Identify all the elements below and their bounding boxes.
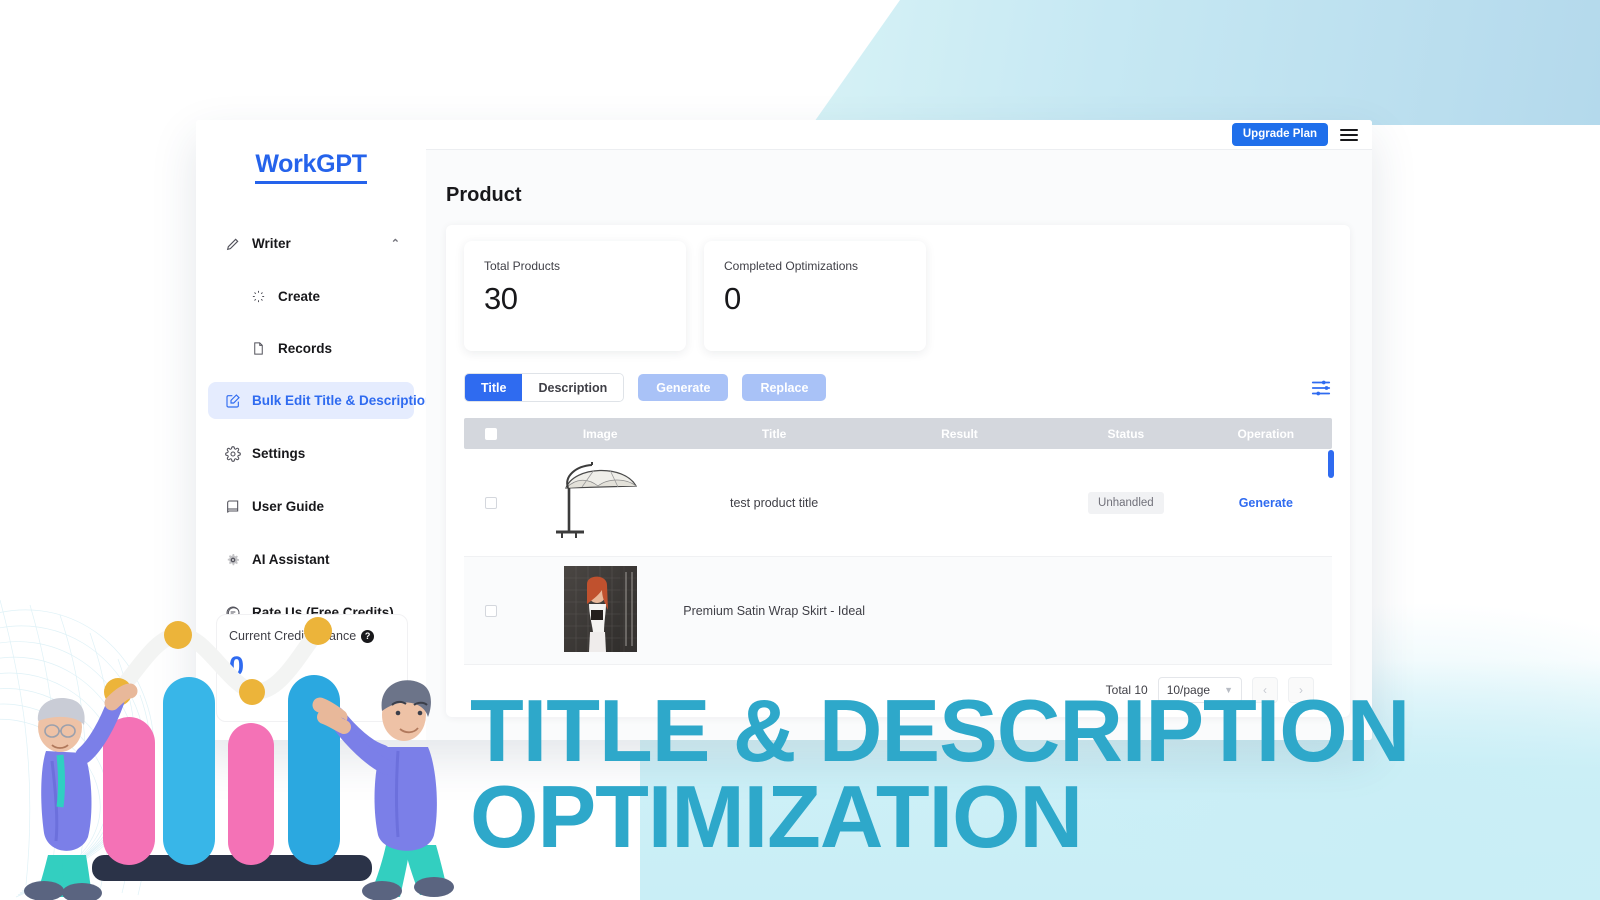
trend-node — [164, 621, 192, 649]
sidebar-item-bulk-edit-title-description[interactable]: Bulk Edit Title & Description — [208, 382, 433, 419]
sidebar-item-label: Records — [278, 341, 333, 356]
bar-1 — [103, 717, 155, 865]
brand-logo[interactable]: WorkGPT — [196, 150, 426, 184]
products-table: Image Title Result Status Operation test… — [464, 418, 1334, 703]
credit-balance-label: Current Credit Balance — [229, 629, 357, 643]
stat-card-completed-optimizations: Completed Optimizations 0 — [704, 241, 926, 351]
row-generate-link[interactable]: Generate — [1239, 496, 1293, 510]
row-checkbox[interactable] — [485, 496, 498, 509]
sliders-filter-icon[interactable] — [1310, 377, 1332, 399]
overlay-caption: TITLE & DESCRIPTION OPTIMIZATION — [470, 687, 1600, 867]
cog-icon — [224, 551, 241, 568]
credit-balance-value: 0 — [229, 651, 245, 681]
upgrade-plan-button[interactable]: Upgrade Plan — [1231, 123, 1328, 146]
product-thumbnail-umbrella — [548, 458, 653, 544]
row-checkbox-cell — [464, 604, 519, 617]
sidebar-item-label: AI Assistant — [252, 552, 330, 567]
app-window: WorkGPT Writer ⌃ Create Records Bulk Edi… — [196, 120, 1372, 740]
sidebar-item-writer[interactable]: Writer ⌃ — [208, 225, 414, 262]
question-mark-icon[interactable]: ? — [361, 629, 375, 643]
sidebar-item-create[interactable]: Create — [208, 278, 414, 315]
select-all-checkbox-cell — [464, 427, 519, 440]
column-header-title: Title — [761, 426, 787, 441]
book-icon — [224, 498, 241, 515]
column-header-operation: Operation — [1237, 426, 1295, 441]
sidebar: WorkGPT Writer ⌃ Create Records Bulk Edi… — [196, 120, 433, 740]
row-title: test product title — [730, 495, 819, 510]
row-checkbox-cell — [464, 496, 519, 509]
gear-icon — [224, 445, 241, 462]
select-all-checkbox[interactable] — [485, 427, 498, 440]
top-right-gradient-decoration — [812, 0, 1600, 125]
document-icon — [250, 340, 267, 357]
tab-title[interactable]: Title — [465, 374, 523, 401]
credit-balance-label-row: Current Credit Balance ? — [229, 629, 395, 643]
screenshot-root: WorkGPT Writer ⌃ Create Records Bulk Edi… — [0, 0, 1600, 900]
chevron-up-icon[interactable]: ⌃ — [391, 237, 400, 250]
generate-button[interactable]: Generate — [638, 374, 729, 401]
table-row[interactable]: test product title Unhandled Generate — [464, 449, 1332, 557]
edit-square-icon — [224, 392, 241, 409]
product-panel: Total Products 30 Completed Optimization… — [446, 225, 1350, 717]
pencil-icon — [224, 235, 241, 252]
mode-segmented-control: Title Description — [464, 373, 625, 402]
illustration-person-left — [24, 683, 138, 900]
hamburger-menu-icon[interactable] — [1340, 128, 1358, 141]
overlay-caption-line-1: TITLE & DESCRIPTION — [470, 681, 1410, 780]
table-header-row: Image Title Result Status Operation — [464, 418, 1332, 449]
row-operation-cell: Generate — [1200, 496, 1332, 510]
row-image-cell — [519, 566, 682, 655]
sidebar-item-records[interactable]: Records — [208, 330, 414, 367]
sidebar-item-ai-assistant[interactable]: AI Assistant — [208, 541, 414, 578]
stat-label: Total Products — [484, 259, 561, 273]
top-bar: Upgrade Plan — [426, 120, 1372, 150]
overlay-caption-line-2: OPTIMIZATION — [470, 767, 1083, 867]
sidebar-item-label: Bulk Edit Title & Description — [252, 393, 434, 408]
sidebar-item-label: Settings — [252, 446, 306, 461]
stat-card-total-products: Total Products 30 — [464, 241, 686, 351]
credit-balance-card: Current Credit Balance ? 0 — [216, 614, 408, 722]
sidebar-item-label: User Guide — [252, 499, 325, 514]
stat-label: Completed Optimizations — [724, 259, 859, 273]
brand-name-suffix: GPT — [316, 150, 367, 178]
stat-value: 30 — [484, 281, 518, 316]
page-title: Product — [446, 184, 522, 206]
row-status-cell: Unhandled — [1052, 491, 1200, 514]
stats-row: Total Products 30 Completed Optimization… — [464, 241, 1332, 351]
table-scrollbar-thumb[interactable] — [1328, 450, 1334, 478]
column-header-image: Image — [582, 426, 618, 441]
bar-3 — [228, 723, 274, 865]
row-image-cell — [519, 458, 682, 547]
stat-value: 0 — [724, 281, 741, 316]
sidebar-item-label: Writer — [252, 236, 291, 251]
chart-base — [92, 855, 372, 881]
table-toolbar: Title Description Generate Replace — [464, 373, 1332, 402]
sidebar-item-settings[interactable]: Settings — [208, 435, 414, 472]
product-thumbnail-satin-wrap-skirt — [548, 566, 653, 652]
main-pane: Upgrade Plan Product Total Products 30 C… — [426, 120, 1372, 740]
page-body: Product Total Products 30 Completed Opti… — [426, 150, 1372, 717]
sidebar-item-user-guide[interactable]: User Guide — [208, 488, 414, 525]
row-checkbox[interactable] — [485, 604, 498, 617]
tab-description[interactable]: Description — [522, 374, 624, 401]
sidebar-item-label: Create — [278, 289, 321, 304]
column-header-result: Result — [941, 426, 978, 441]
status-badge: Unhandled — [1088, 491, 1164, 514]
replace-button[interactable]: Replace — [742, 374, 827, 401]
brand-name-prefix: Work — [255, 150, 317, 178]
sparkle-icon — [250, 288, 267, 305]
trend-node — [104, 678, 132, 706]
table-row[interactable]: Premium Satin Wrap Skirt - Ideal — [464, 557, 1332, 665]
wireframe-mesh-decoration — [0, 599, 155, 898]
column-header-status: Status — [1107, 426, 1145, 441]
row-title: Premium Satin Wrap Skirt - Ideal — [683, 603, 866, 618]
